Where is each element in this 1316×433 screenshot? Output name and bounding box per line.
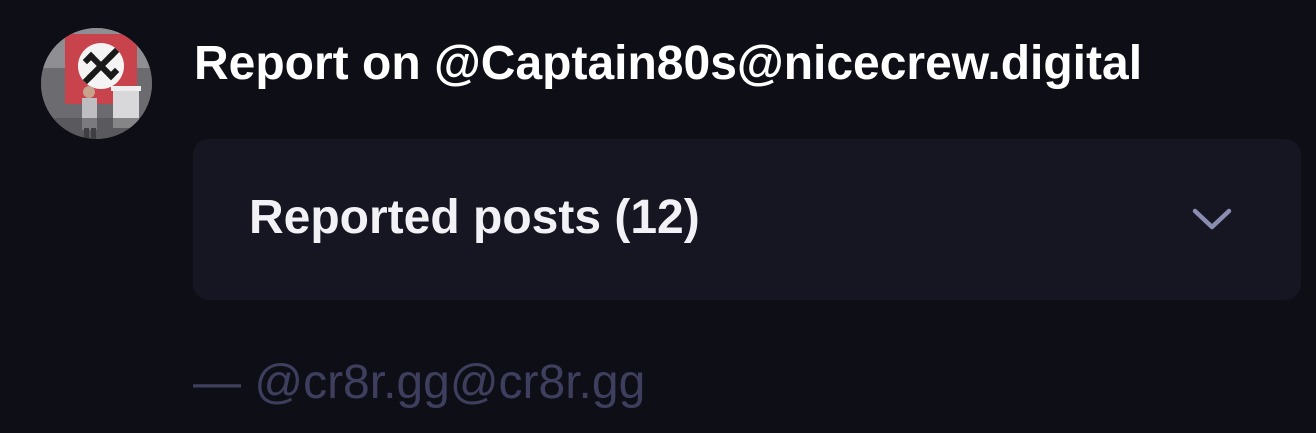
reporter-line: — @cr8r.gg@cr8r.gg	[193, 352, 645, 414]
reported-account-avatar[interactable]	[41, 28, 152, 139]
report-title: Report on @Captain80s@nicecrew.digital	[194, 37, 1143, 90]
avatar-image	[41, 28, 152, 139]
reported-posts-toggle[interactable]: Reported posts (12)	[193, 139, 1301, 300]
reported-posts-label: Reported posts (12)	[249, 191, 700, 244]
chevron-down-icon[interactable]	[1190, 205, 1234, 233]
report-card: Report on @Captain80s@nicecrew.digital R…	[0, 0, 1316, 433]
reporter-dash: —	[193, 356, 241, 409]
reporter-handle[interactable]: @cr8r.gg@cr8r.gg	[254, 356, 645, 409]
